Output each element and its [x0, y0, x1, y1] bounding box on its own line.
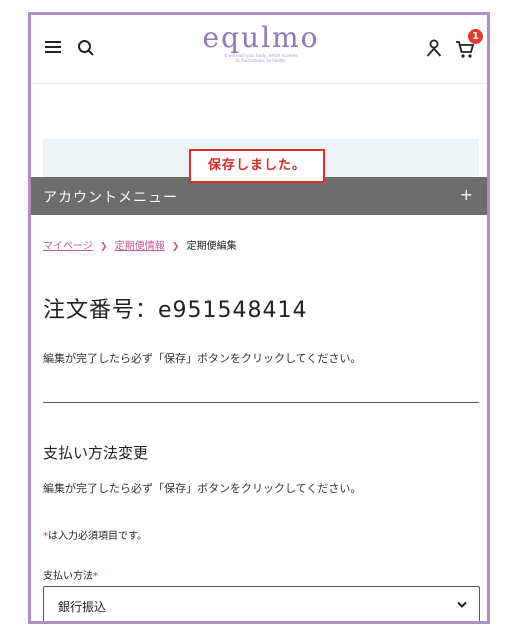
payment-method-select[interactable]: 銀行振込	[43, 586, 480, 621]
payment-method-label: 支払い方法*	[43, 571, 98, 582]
required-fields-note: *は入力必須項目です。	[43, 531, 147, 542]
breadcrumb-link-mypage[interactable]: マイページ	[43, 241, 93, 252]
page-frame: equlmo It will lead your body, which is …	[28, 12, 490, 624]
chevron-down-icon	[457, 601, 467, 608]
hamburger-icon[interactable]	[45, 41, 61, 53]
payment-section-title: 支払い方法変更	[43, 444, 149, 462]
save-instruction: 編集が完了したら必ず「保存」ボタンをクリックしてください。	[43, 352, 362, 365]
breadcrumb: マイページ ❯ 定期便情報 ❯ 定期便編集	[43, 237, 237, 252]
chevron-right-icon: ❯	[171, 242, 180, 252]
breadcrumb-link-subscription-info[interactable]: 定期便情報	[115, 241, 165, 252]
breadcrumb-current: 定期便編集	[186, 241, 237, 252]
chevron-right-icon: ❯	[100, 242, 108, 252]
site-logo[interactable]: equlmo It will lead your body, which is …	[181, 21, 341, 64]
saved-message: 保存しました。	[189, 149, 325, 183]
search-icon[interactable]	[77, 39, 95, 57]
logo-text: equlmo	[202, 21, 320, 54]
account-menu-label: アカウントメニュー	[43, 190, 178, 206]
user-icon[interactable]	[426, 39, 442, 57]
payment-method-value: 銀行振込	[58, 600, 107, 614]
logo-tagline: It will lead your body, which is prone t…	[224, 53, 298, 63]
section-divider	[43, 402, 479, 403]
order-number-title: 注文番号：e951548414	[43, 298, 308, 323]
payment-save-instruction: 編集が完了したら必ず「保存」ボタンをクリックしてください。	[43, 482, 362, 495]
site-header: equlmo It will lead your body, which is …	[31, 15, 487, 75]
required-mark: *	[93, 571, 98, 582]
header-divider	[31, 83, 487, 84]
cart-count-badge: 1	[468, 29, 483, 44]
plus-icon: +	[459, 185, 473, 204]
